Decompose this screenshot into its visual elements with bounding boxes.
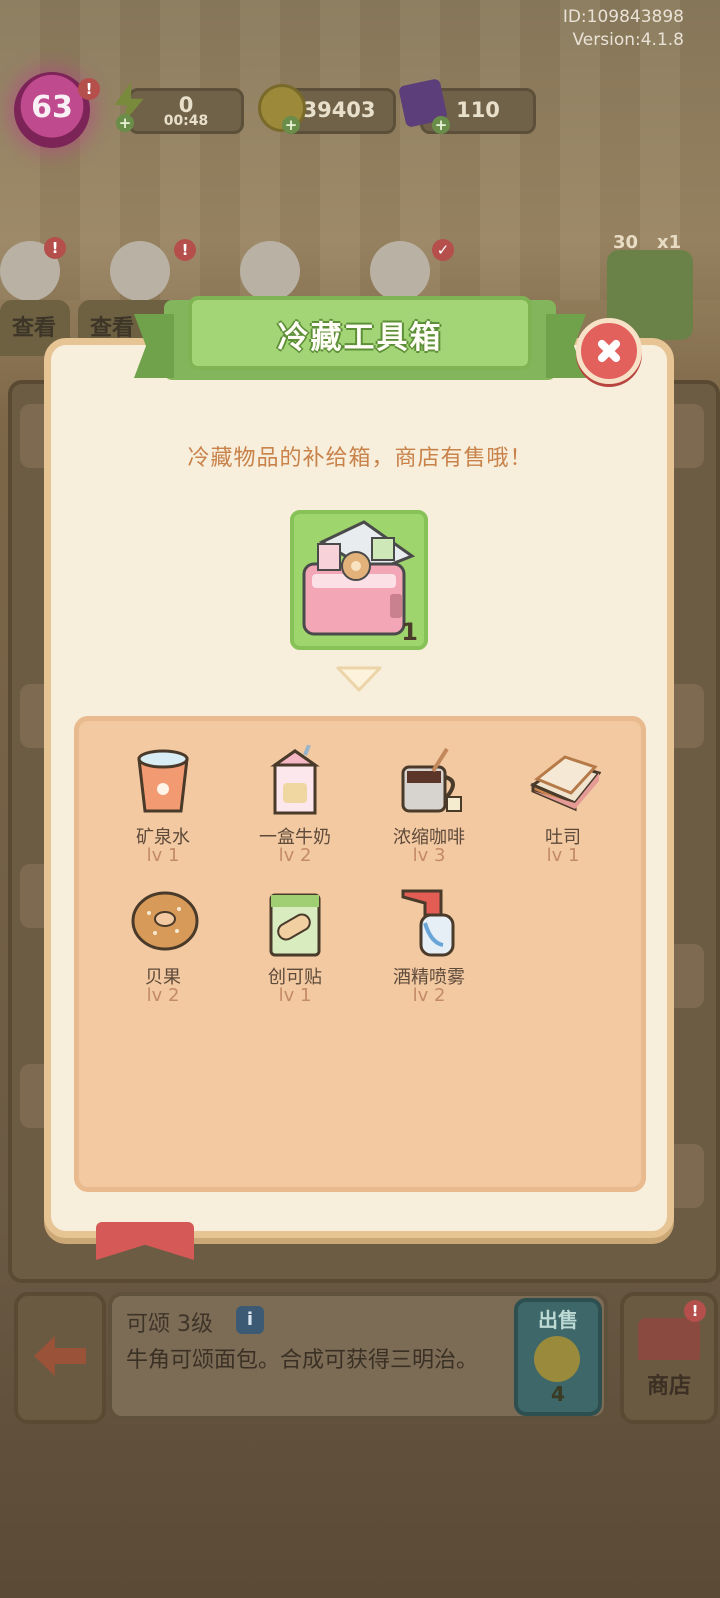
dialog-title: 冷藏工具箱 bbox=[277, 320, 443, 356]
sandwich-multiplier: x1 bbox=[657, 232, 682, 253]
item-level: lv 2 bbox=[412, 985, 446, 1006]
info-icon[interactable]: i bbox=[236, 1306, 264, 1334]
sell-price: 4 bbox=[551, 1382, 565, 1406]
sell-label: 出售 bbox=[538, 1308, 578, 1332]
toast-sandwich-icon bbox=[529, 755, 601, 812]
exit-arrow-icon bbox=[34, 1336, 86, 1376]
customer-avatar[interactable] bbox=[240, 241, 300, 301]
view-tab-label: 查看 bbox=[12, 316, 57, 341]
item-level: lv 2 bbox=[278, 845, 312, 866]
shop-alert-icon: ! bbox=[684, 1300, 706, 1322]
item-level: lv 1 bbox=[546, 845, 580, 866]
title-ribbon: 冷藏工具箱 bbox=[188, 296, 532, 370]
energy-plus-icon[interactable]: + bbox=[116, 114, 134, 132]
customer-avatar[interactable] bbox=[110, 241, 170, 301]
sandwich-bonus: 30 bbox=[613, 232, 639, 253]
level-alert-icon: ! bbox=[78, 78, 100, 100]
item-info-title: 可颂 3级 bbox=[126, 1312, 213, 1337]
user-id: ID:109843898 bbox=[562, 7, 684, 27]
energy-counter[interactable]: 0 00:48 bbox=[128, 88, 244, 134]
shop-label: 商店 bbox=[646, 1374, 691, 1399]
customer-alert-icon: ! bbox=[44, 237, 66, 259]
customer-alert-icon: ! bbox=[174, 239, 196, 261]
item-level: lv 1 bbox=[278, 985, 312, 1006]
coin-icon bbox=[534, 1336, 580, 1382]
bagel-icon bbox=[131, 891, 199, 951]
player-level: 63 bbox=[31, 90, 73, 125]
coffee-mug-icon bbox=[401, 747, 462, 813]
back-button[interactable] bbox=[14, 1292, 106, 1424]
coin-plus-icon[interactable]: + bbox=[282, 116, 300, 134]
gem-plus-icon[interactable]: + bbox=[432, 116, 450, 134]
energy-timer: 00:48 bbox=[163, 113, 209, 129]
dialog-subtitle: 冷藏物品的补给箱，商店有售哦！ bbox=[187, 446, 533, 471]
milk-carton-icon bbox=[270, 745, 320, 815]
water-cup-icon bbox=[137, 749, 189, 813]
item-level: lv 2 bbox=[146, 985, 180, 1006]
item-level: lv 3 bbox=[412, 845, 446, 866]
chevron-down-icon bbox=[336, 666, 382, 692]
customer-alert-icon: ✓ bbox=[432, 239, 454, 261]
account-info: ID:109843898 Version:4.1.8 bbox=[563, 6, 684, 52]
shop-icon bbox=[638, 1318, 700, 1360]
item-info-description: 牛角可颂面包。合成可获得三明治。 bbox=[126, 1348, 479, 1373]
cooler-box-card[interactable]: 1 bbox=[290, 510, 428, 650]
box-quantity: 1 bbox=[401, 618, 418, 646]
box-contents-panel: 矿泉水 lv 1 一盒牛奶 lv 2 浓缩咖啡 lv 3 吐司 lv 1 贝果 … bbox=[74, 716, 646, 1192]
bandage-icon bbox=[269, 893, 321, 957]
close-button[interactable] bbox=[576, 318, 642, 384]
item-level: lv 1 bbox=[146, 845, 180, 866]
customer-avatar[interactable] bbox=[370, 241, 430, 301]
alcohol-spray-icon bbox=[401, 889, 455, 957]
version-label: Version:4.1.8 bbox=[572, 30, 685, 50]
sell-button[interactable]: 出售 4 bbox=[514, 1298, 602, 1416]
